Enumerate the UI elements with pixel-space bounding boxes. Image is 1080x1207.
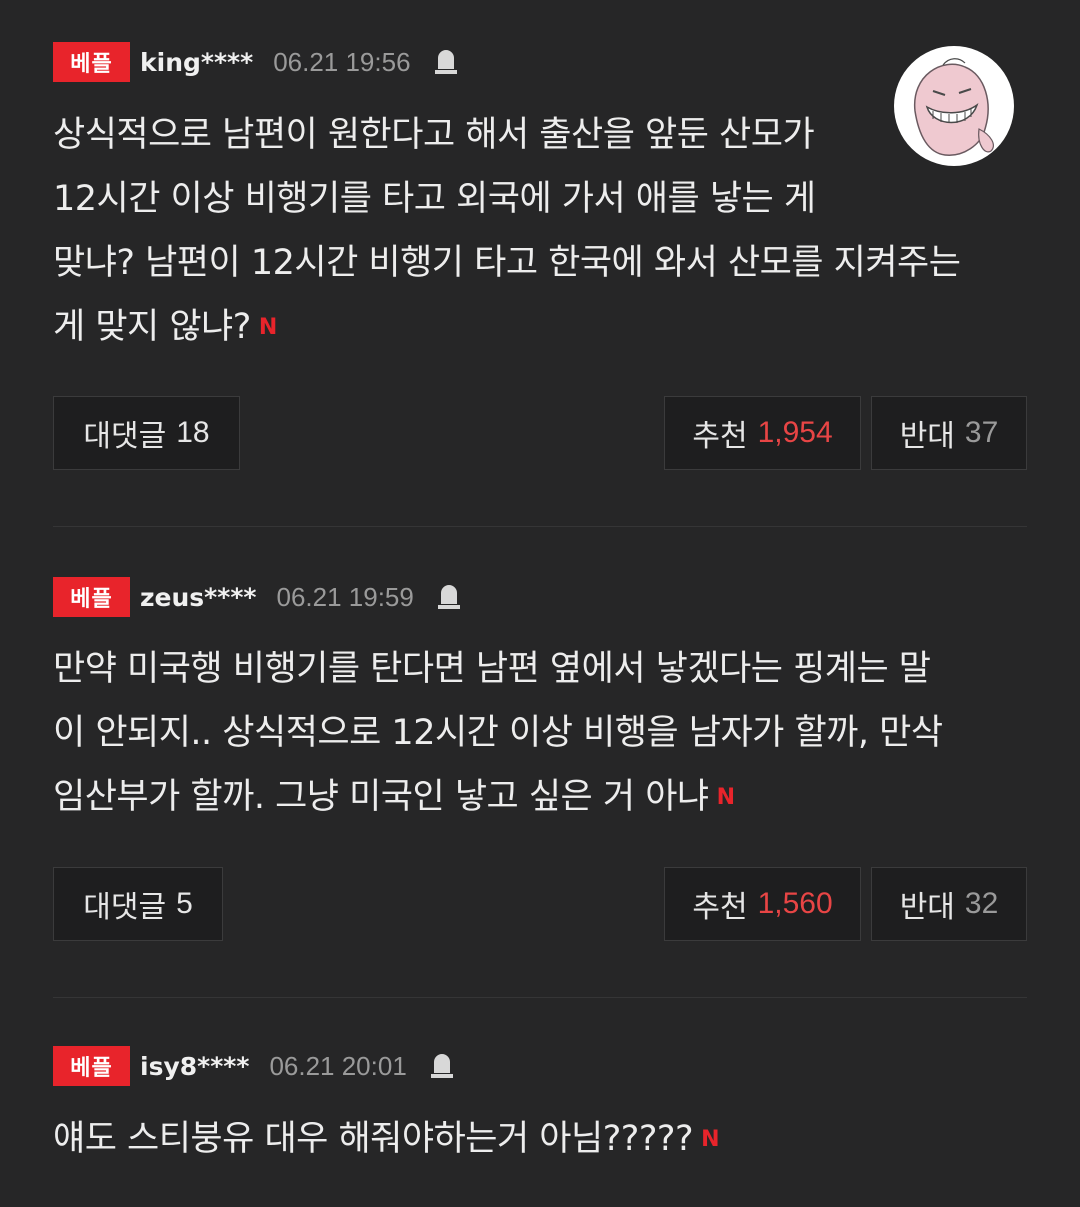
best-badge: 베플	[53, 577, 130, 617]
timestamp: 06.21 20:01	[269, 1050, 407, 1081]
like-button[interactable]: 추천 1,954	[664, 396, 861, 470]
dislike-button[interactable]: 반대 32	[871, 867, 1027, 941]
new-icon: N	[716, 785, 735, 810]
comment-line: 이 안되지.. 상식적으로 12시간 이상 비행을 남자가 할까, 만삭	[53, 713, 943, 753]
report-icon[interactable]	[431, 47, 461, 77]
new-icon: N	[258, 315, 277, 340]
new-icon: N	[701, 1127, 720, 1152]
timestamp: 06.21 19:56	[273, 46, 411, 77]
laughing-character-avatar	[894, 46, 1014, 166]
like-button[interactable]: 추천 1,560	[664, 867, 861, 941]
comment-line: 12시간 이상 비행기를 타고 외국에 가서 애를 낳는 게	[53, 179, 816, 219]
username[interactable]: isy8****	[140, 1052, 249, 1081]
dislike-button[interactable]: 반대 37	[871, 396, 1027, 470]
report-icon[interactable]	[427, 1051, 457, 1081]
reply-button[interactable]: 대댓글 18	[53, 396, 240, 470]
comment-text: 만약 미국행 비행기를 탄다면 남편 옆에서 낳겠다는 핑계는 말 이 안되지.…	[53, 637, 1043, 830]
best-badge: 베플	[53, 1046, 130, 1086]
comment-meta: 베플 king**** 06.21 19:56	[53, 42, 461, 82]
comment-line: 게 맞지 않냐? N	[53, 295, 1043, 360]
comment-meta: 베플 zeus**** 06.21 19:59	[53, 577, 464, 617]
timestamp: 06.21 19:59	[276, 581, 414, 612]
username[interactable]: king****	[140, 48, 253, 77]
username[interactable]: zeus****	[140, 583, 256, 612]
report-icon[interactable]	[434, 582, 464, 612]
comment-line: 임산부가 할까. 그냥 미국인 낳고 싶은 거 아냐 N	[53, 765, 1043, 830]
comment-line: 맞냐? 남편이 12시간 비행기 타고 한국에 와서 산모를 지켜주는	[53, 243, 961, 283]
divider	[53, 526, 1027, 527]
comment-text: 얘도 스티붕유 대우 해줘야하는거 아님????? N	[53, 1107, 1043, 1172]
best-badge: 베플	[53, 42, 130, 82]
divider	[53, 997, 1027, 998]
reply-button[interactable]: 대댓글 5	[53, 867, 223, 941]
comment-line: 만약 미국행 비행기를 탄다면 남편 옆에서 낳겠다는 핑계는 말	[53, 649, 931, 689]
comment-line: 얘도 스티붕유 대우 해줘야하는거 아님????? N	[53, 1107, 1043, 1172]
comment-meta: 베플 isy8**** 06.21 20:01	[53, 1046, 457, 1086]
